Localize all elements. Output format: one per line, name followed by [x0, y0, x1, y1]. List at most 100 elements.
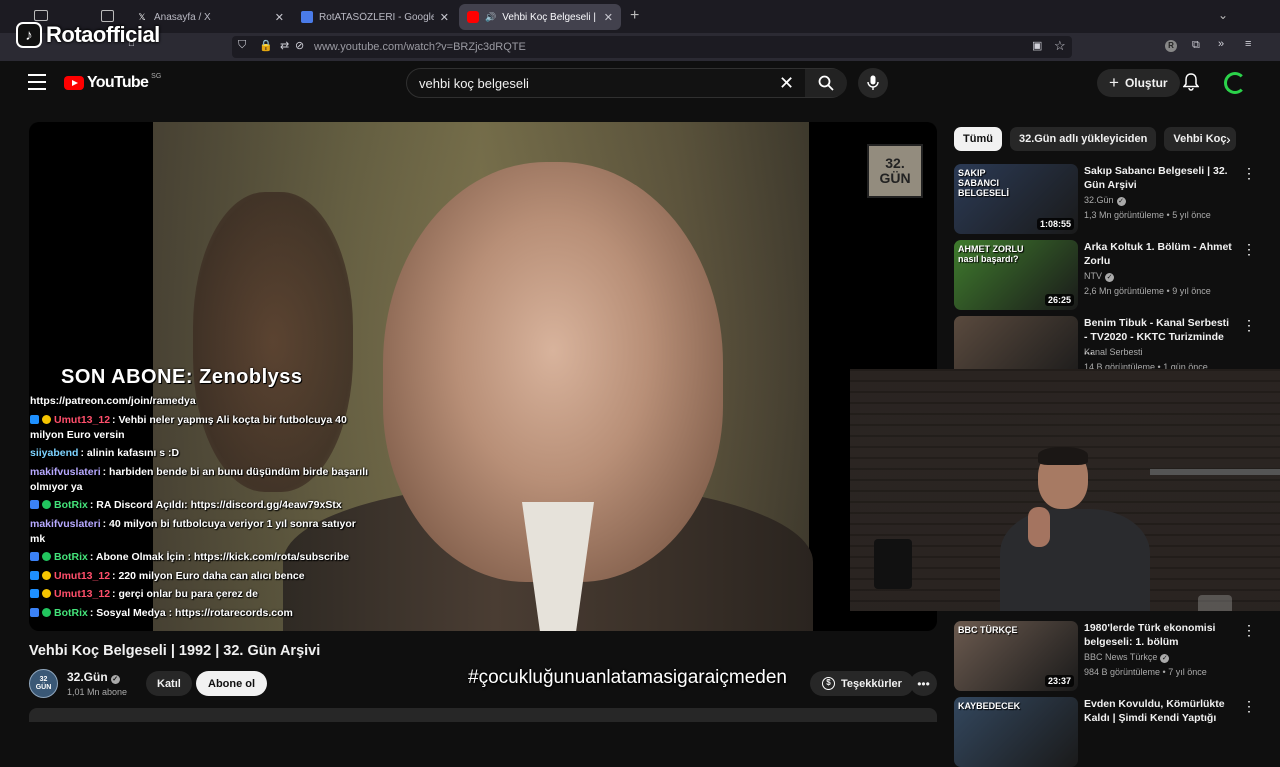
guide-menu-icon[interactable]	[28, 74, 46, 90]
permissions-icon[interactable]: ⇄	[280, 39, 289, 52]
verified-icon: ✓	[1160, 654, 1170, 663]
chat-message: BotRix: Sosyal Medya : https://rotarecor…	[30, 606, 370, 621]
url-text[interactable]: www.youtube.com/watch?v=BRZjc3dRQTE	[314, 41, 526, 53]
chat-badge-icon	[42, 552, 51, 561]
verified-icon: ✓	[1105, 273, 1114, 282]
browser-tab-bar: 𝕏 Anasayfa / X ✕ RotATASÖZLERİ - Google …	[0, 0, 1280, 33]
duration-badge: 1:08:55	[1036, 218, 1074, 230]
chat-text: : RA Discord Açıldı: https://discord.gg/…	[89, 499, 342, 511]
chat-message: BotRix: RA Discord Açıldı: https://disco…	[30, 498, 370, 513]
logo-text: YouTube	[87, 74, 149, 91]
channel-name[interactable]: 32.Gün ✓	[67, 670, 120, 684]
chat-badge-icon	[42, 607, 51, 617]
youtube-play-icon	[64, 76, 84, 90]
chat-badge-icon	[30, 570, 39, 580]
create-button[interactable]: + Oluştur	[1097, 69, 1180, 97]
notifications-button[interactable]	[1182, 73, 1200, 96]
chat-message: BotRix: Abone Olmak İçin : https://kick.…	[30, 550, 370, 565]
more-options-icon[interactable]: ⋮	[1242, 699, 1256, 713]
more-options-icon[interactable]: ⋮	[1242, 623, 1256, 637]
tab-google-docs[interactable]: RotATASÖZLERİ - Google Doküm ✕	[293, 4, 457, 30]
subscribe-button[interactable]: Abone ol	[196, 671, 268, 696]
video-thumbnail[interactable]: SAKIP SABANCI BELGESELİ 1:08:55	[954, 164, 1078, 234]
extensions-puzzle-icon[interactable]: ⧉	[1192, 39, 1200, 52]
shield-icon[interactable]: ⛉	[238, 39, 246, 52]
recommended-video[interactable]: BBC TÜRKÇE 23:37 1980'lerde Türk ekonomisi…	[954, 621, 1264, 691]
duration-badge: 23:37	[1044, 675, 1074, 687]
chat-text: : gerçi onlar bu para çerez de	[112, 588, 258, 600]
watermark-text: Rotaofficial	[46, 22, 160, 47]
country-code: SG	[151, 72, 162, 80]
video-player[interactable]: 32. GÜN SON ABONE: Zenoblyss https://pat…	[29, 122, 937, 631]
thanks-button[interactable]: $ Teşekkürler	[810, 671, 914, 696]
sidebar-toggle-icon[interactable]	[34, 10, 48, 21]
tiktok-logo-icon: ♪	[16, 22, 42, 48]
recommended-channel[interactable]: 32.Gün ✓	[1084, 195, 1126, 206]
chat-message: Umut13_12: Vehbi neler yapmış Ali koçta …	[30, 413, 370, 443]
chip-from-uploader[interactable]: 32.Gün adlı yükleyiciden	[1009, 127, 1157, 151]
close-tab-icon[interactable]: ✕	[604, 11, 613, 24]
more-options-icon[interactable]: ⋮	[1242, 318, 1256, 332]
chat-text: : 220 milyon Euro daha can alıcı bence	[112, 569, 305, 582]
recommended-title[interactable]: 1980'lerde Türk ekonomisi belgeseli: 1. …	[1084, 621, 1234, 649]
tab-list-chevron-icon[interactable]: ⌄	[1218, 8, 1228, 22]
chat-text: : Sosyal Medya : https://rotarecords.com	[89, 606, 293, 619]
youtube-logo[interactable]: YouTube SG	[64, 72, 162, 92]
address-bar[interactable]: ⛉ 🔒 ⇄ ⊘ www.youtube.com/watch?v=BRZjc3dR…	[232, 36, 1072, 58]
tab-youtube[interactable]: 🔊 Vehbi Koç Belgeseli | 1992 | ✕	[459, 4, 621, 30]
speaker-icon[interactable]: 🔊	[485, 12, 496, 23]
search-box[interactable]: ✕	[406, 68, 847, 98]
chat-badge-icon	[42, 570, 51, 580]
extension-icon[interactable]: R	[1165, 40, 1177, 52]
tracking-icon[interactable]: ⊘	[295, 39, 304, 52]
close-tab-icon[interactable]: ✕	[440, 11, 449, 24]
tab-label: Vehbi Koç Belgeseli | 1992 |	[502, 11, 598, 23]
youtube-icon	[467, 11, 479, 23]
recommended-video[interactable]: KAYBEDECEK Evden Kovuldu, Kömürlükte Kald…	[954, 697, 1264, 767]
recommended-title[interactable]: Sakıp Sabancı Belgeseli | 32. Gün Arşivi	[1084, 164, 1234, 192]
channel-watermark: 32. GÜN	[867, 144, 923, 198]
voice-search-button[interactable]	[858, 68, 888, 98]
video-thumbnail[interactable]: BBC TÜRKÇE 23:37	[954, 621, 1078, 691]
chat-text: https://patreon.com/join/ramedya	[30, 395, 196, 407]
recommended-video[interactable]: AHMET ZORLU nasıl başardı? 26:25 Arka Kolt…	[954, 240, 1264, 310]
related-filter-chips: Tümü 32.Gün adlı yükleyiciden Vehbi Koç	[954, 127, 1236, 151]
recommended-channel[interactable]: NTV ✓	[1084, 271, 1114, 282]
close-tab-icon[interactable]: ✕	[275, 11, 284, 24]
chip-vehbi-koc[interactable]: Vehbi Koç	[1164, 127, 1236, 151]
channel-avatar[interactable]: 32 GÜN	[29, 669, 58, 698]
search-input[interactable]	[419, 76, 759, 91]
chevron-right-icon[interactable]: ›	[1226, 131, 1231, 147]
picture-in-picture-icon[interactable]: ▣	[1032, 39, 1042, 52]
recommended-channel[interactable]: BBC News Türkçe ✓	[1084, 652, 1170, 663]
chat-badge-icon	[30, 414, 39, 424]
video-thumbnail[interactable]: KAYBEDECEK	[954, 697, 1078, 767]
clear-search-icon[interactable]: ✕	[779, 73, 794, 94]
search-button[interactable]	[805, 69, 847, 97]
more-options-icon[interactable]: ⋮	[1242, 166, 1256, 180]
more-actions-icon[interactable]: •••	[910, 671, 937, 696]
recommended-title[interactable]: Arka Koltuk 1. Bölüm - Ahmet Zorlu	[1084, 240, 1234, 268]
video-title: Vehbi Koç Belgeseli | 1992 | 32. Gün Arş…	[29, 643, 321, 659]
join-button[interactable]: Katıl	[146, 671, 192, 696]
recommended-title[interactable]: Evden Kovuldu, Kömürlükte Kaldı | Şimdi …	[1084, 697, 1234, 725]
recommended-channel[interactable]: Kanal Serbesti	[1084, 347, 1143, 357]
hamburger-menu-icon[interactable]: ≡	[1245, 38, 1251, 50]
overflow-chevrons-icon[interactable]: »	[1218, 38, 1224, 50]
video-thumbnail[interactable]: AHMET ZORLU nasıl başardı? 26:25	[954, 240, 1078, 310]
chat-badge-icon	[42, 414, 51, 424]
more-options-icon[interactable]: ⋮	[1242, 242, 1256, 256]
microphone-icon	[867, 75, 879, 90]
bookmark-star-icon[interactable]: ☆	[1054, 38, 1066, 54]
thumbnail-text: AHMET ZORLU nasıl başardı?	[958, 244, 1024, 264]
browser-toolbar: ⌂ ⛉ 🔒 ⇄ ⊘ www.youtube.com/watch?v=BRZjc3…	[0, 33, 1280, 61]
chip-all[interactable]: Tümü	[954, 127, 1002, 151]
thumbnail-text: BBC TÜRKÇE	[958, 625, 1018, 635]
plus-icon: +	[1109, 73, 1119, 92]
lock-icon[interactable]: 🔒	[259, 39, 273, 52]
recommended-video[interactable]: SAKIP SABANCI BELGESELİ 1:08:55 Sakıp Saba…	[954, 164, 1264, 234]
account-avatar[interactable]	[1224, 72, 1246, 94]
tab-overview-icon[interactable]	[101, 10, 114, 22]
chat-username: BotRix	[54, 551, 88, 563]
new-tab-button[interactable]: +	[630, 7, 639, 25]
